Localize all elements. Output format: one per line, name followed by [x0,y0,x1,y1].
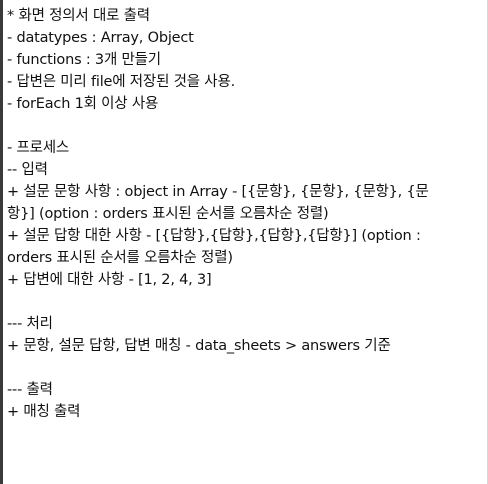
text-line: - functions : 3개 만들기 [7,52,161,68]
text-line: 항}] (option : orders 표시된 순서를 오름차순 정렬) [7,206,329,222]
text-line: + 설문 답항 대한 사항 - [{답항},{답항},{답항},{답항}] (o… [7,228,421,244]
text-line: - 프로세스 [7,140,70,156]
text-line: * 화면 정의서 대로 출력 [7,8,150,24]
text-line: - datatypes : Array, Object [7,30,194,46]
text-line: orders 표시된 순서를 오름차순 정렬) [7,250,233,266]
text-line: + 설문 문항 사항 : object in Array - [{문항}, {문… [7,184,429,200]
text-line: + 매칭 출력 [7,404,81,420]
text-line: -- 입력 [7,162,48,178]
text-line: - 답변은 미리 file에 저장된 것을 사용. [7,74,235,90]
text-line: + 문항, 설문 답항, 답변 매칭 - data_sheets > answe… [7,338,391,354]
text-line: --- 출력 [7,382,53,398]
editor-left-border [0,0,3,484]
document-text-area[interactable]: * 화면 정의서 대로 출력 - datatypes : Array, Obje… [7,5,481,423]
text-line: - forEach 1회 이상 사용 [7,96,159,112]
text-line: + 답변에 대한 사항 - [1, 2, 4, 3] [7,272,212,288]
text-line: --- 처리 [7,316,53,332]
